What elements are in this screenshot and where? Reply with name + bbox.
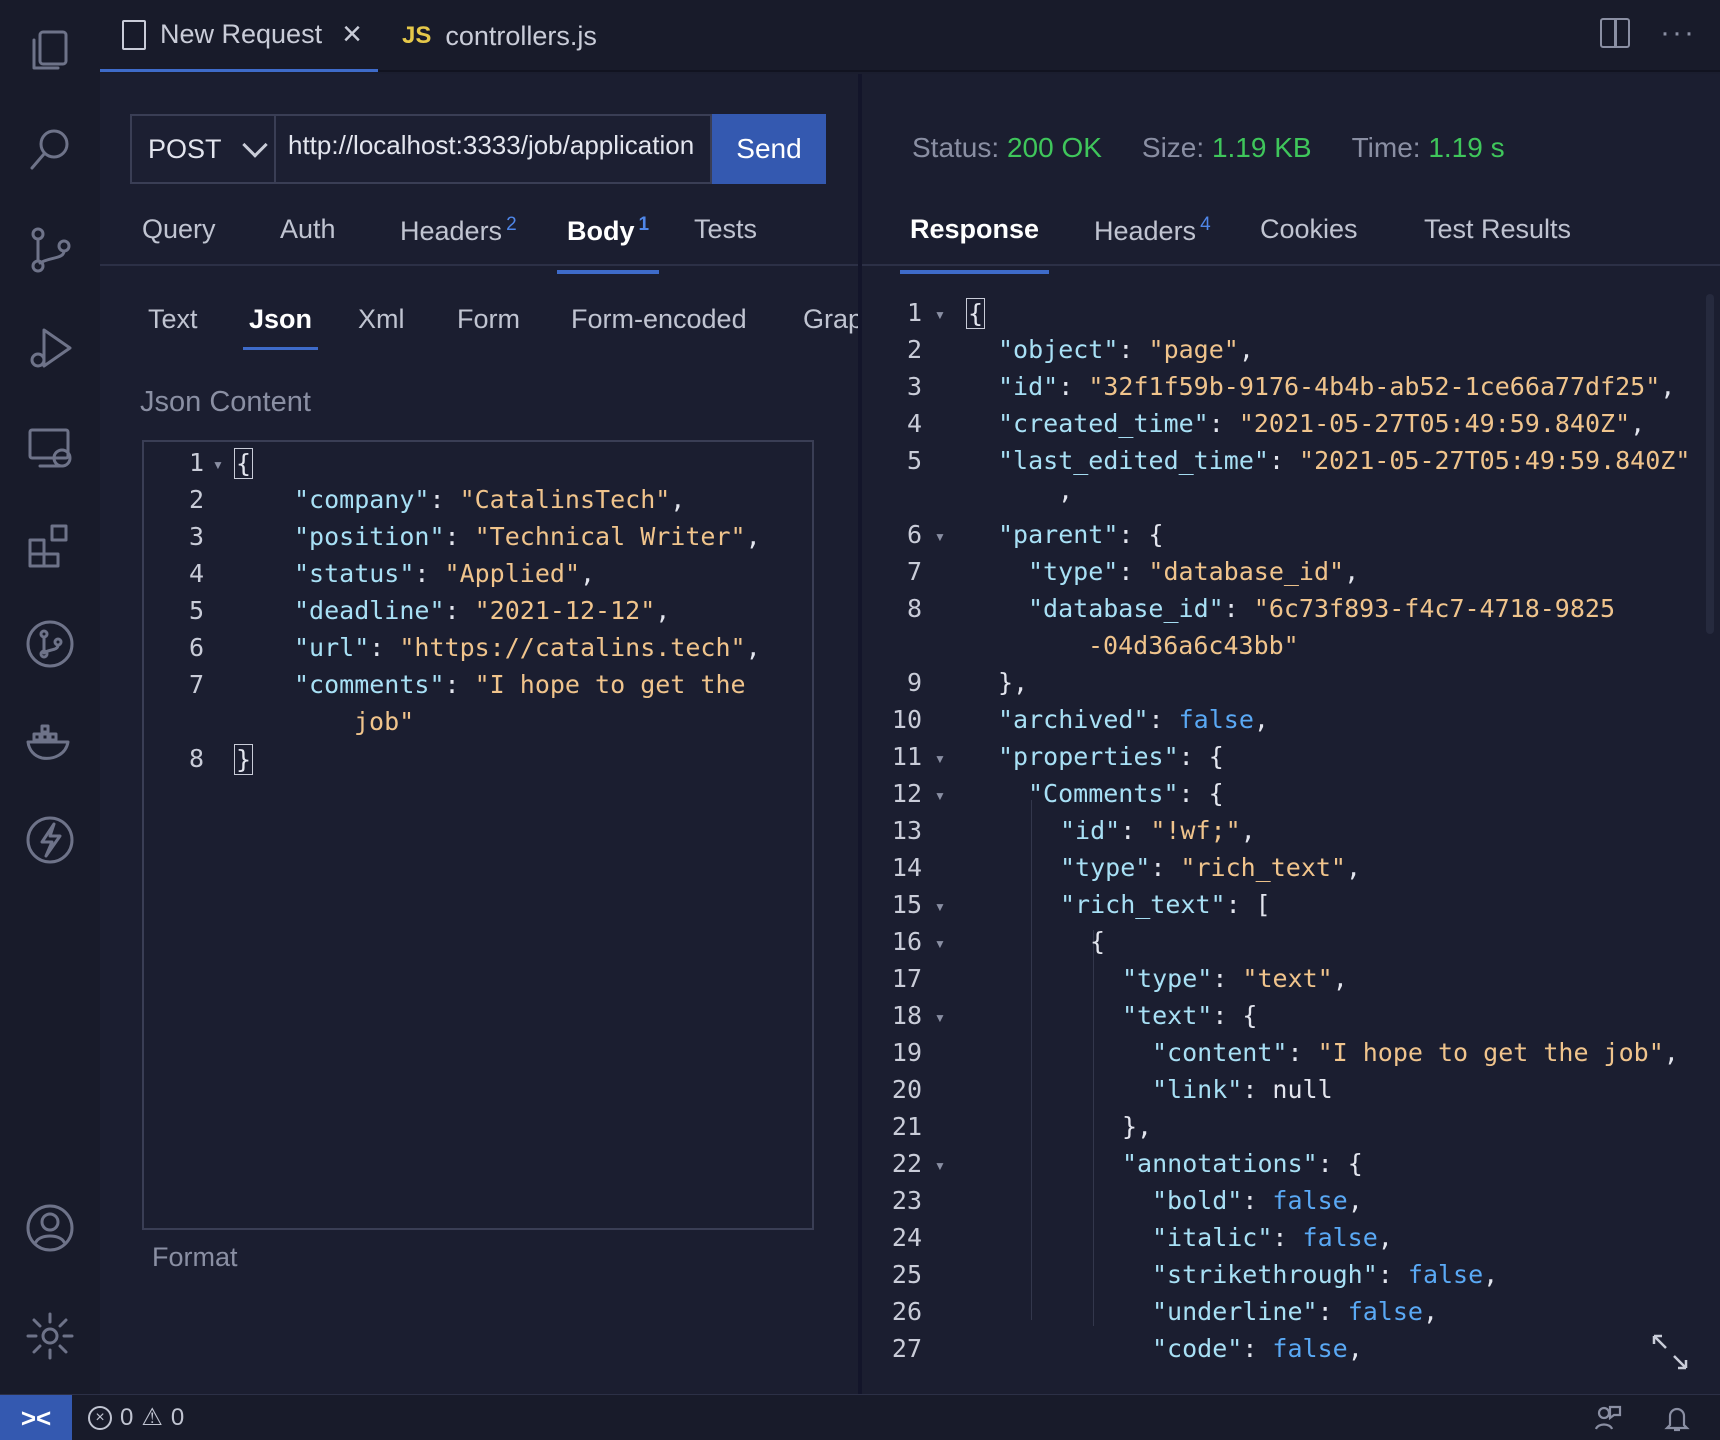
response-scrollbar[interactable] (1706, 294, 1714, 634)
search-icon[interactable] (22, 122, 78, 178)
method-value: POST (148, 133, 222, 164)
notifications-bell-icon[interactable] (1662, 1403, 1692, 1438)
tab-label: New Request (160, 19, 323, 49)
tab-new-request[interactable]: New Request × (100, 0, 378, 72)
tab-auth[interactable]: Auth (280, 214, 336, 266)
warning-count: 0 (170, 1403, 185, 1431)
url-input[interactable]: http://localhost:3333/job/application (276, 114, 712, 184)
method-select[interactable]: POST (130, 114, 276, 184)
tab-label: Response (910, 214, 1040, 244)
js-icon: JS (402, 22, 432, 49)
tab-query[interactable]: Query (142, 214, 216, 266)
git-graph-icon[interactable] (22, 616, 78, 672)
tab-label: Headers (400, 216, 503, 246)
body-tab-form-encoded[interactable]: Form-encoded (571, 304, 747, 352)
explorer-icon[interactable] (22, 22, 78, 78)
tab-label: Query (142, 214, 216, 244)
tab-response-headers[interactable]: Headers 4 (1094, 214, 1211, 266)
close-icon[interactable]: × (342, 15, 362, 54)
remote-explorer-icon[interactable] (22, 420, 78, 476)
tab-label: Tests (694, 214, 758, 244)
response-pane: Status: 200 OK Size: 1.19 KB Time: 1.19 … (862, 74, 1720, 1394)
more-actions-icon[interactable]: ··· (1660, 16, 1696, 50)
tab-headers[interactable]: Headers 2 (400, 214, 517, 266)
run-debug-icon[interactable] (22, 320, 78, 376)
file-icon (122, 19, 146, 50)
tab-label: Auth (280, 214, 336, 244)
body-tab-graphql[interactable]: Graphql (803, 304, 860, 352)
docker-icon[interactable] (22, 714, 78, 770)
remote-indicator-icon[interactable]: >< (0, 1395, 72, 1440)
response-body-viewer[interactable]: 1 ▼{ 2 "object": "page", 3 "id": "32f1f59b-… (862, 280, 1720, 1394)
tab-controllers-js[interactable]: JS controllers.js (380, 0, 654, 72)
tab-test-results[interactable]: Test Results (1424, 214, 1571, 266)
tab-label: Test Results (1424, 214, 1572, 244)
status-value: 200 OK (1006, 132, 1102, 163)
response-headers-count-badge: 4 (1200, 214, 1211, 235)
body-count-badge: 1 (638, 214, 650, 235)
tab-divider (100, 264, 860, 266)
body-tab-xml[interactable]: Xml (358, 304, 405, 352)
body-tab-json[interactable]: Json (242, 304, 319, 352)
tab-label: Body (567, 216, 635, 246)
time-value: 1.19 s (1428, 132, 1505, 163)
extensions-icon[interactable] (22, 518, 78, 574)
warning-icon: ⚠ (141, 1404, 163, 1431)
tab-label: Headers (1094, 216, 1197, 246)
tab-label: controllers.js (445, 20, 597, 51)
error-count: 0 (120, 1403, 134, 1431)
body-tab-form[interactable]: Form (457, 304, 520, 352)
body-type-tabs: Text Json Xml Form Form-encoded Graphql (100, 304, 860, 354)
error-icon: × (88, 1405, 112, 1430)
account-icon[interactable] (22, 1200, 78, 1256)
chevron-down-icon (242, 132, 268, 158)
json-content-label: Json Content (140, 386, 311, 418)
activity-bar (0, 0, 100, 1394)
response-summary: Status: 200 OK Size: 1.19 KB Time: 1.19 … (912, 132, 1505, 164)
settings-gear-icon[interactable] (22, 1308, 78, 1364)
thunder-client-icon[interactable] (22, 812, 78, 868)
tab-body[interactable]: Body 1 (556, 214, 660, 274)
format-button[interactable]: Format (152, 1242, 238, 1273)
headers-count-badge: 2 (506, 214, 517, 235)
size-label: Size: (1141, 132, 1205, 163)
expand-icon[interactable] (1650, 1332, 1690, 1372)
feedback-icon[interactable] (1592, 1403, 1622, 1438)
time-label: Time: (1351, 132, 1421, 163)
json-body-editor[interactable]: 1 ▼{ 2 "company": "CatalinsTech", 3 "positi… (142, 440, 814, 1230)
status-bar: >< × 0 ⚠ 0 (0, 1394, 1720, 1440)
split-editor-icon[interactable] (1600, 18, 1631, 48)
tab-divider (862, 264, 1720, 266)
tab-label: Cookies (1260, 214, 1358, 244)
tab-tests[interactable]: Tests (694, 214, 757, 266)
body-tab-text[interactable]: Text (148, 304, 198, 352)
tab-cookies[interactable]: Cookies (1260, 214, 1358, 266)
send-button[interactable]: Send (712, 114, 826, 184)
response-tabs: Response Headers 4 Cookies Test Results (862, 214, 1720, 274)
tab-response[interactable]: Response (899, 214, 1050, 274)
request-tabs: Query Auth Headers 2 Body 1 Tests (100, 214, 860, 274)
size-value: 1.19 KB (1211, 132, 1312, 163)
status-label: Status: (912, 132, 1000, 163)
source-control-icon[interactable] (22, 222, 78, 278)
editor-tab-bar: New Request × JS controllers.js ··· (100, 0, 1720, 72)
request-pane: POST http://localhost:3333/job/applicati… (100, 74, 860, 1394)
problems-indicator[interactable]: × 0 ⚠ 0 (88, 1403, 184, 1432)
